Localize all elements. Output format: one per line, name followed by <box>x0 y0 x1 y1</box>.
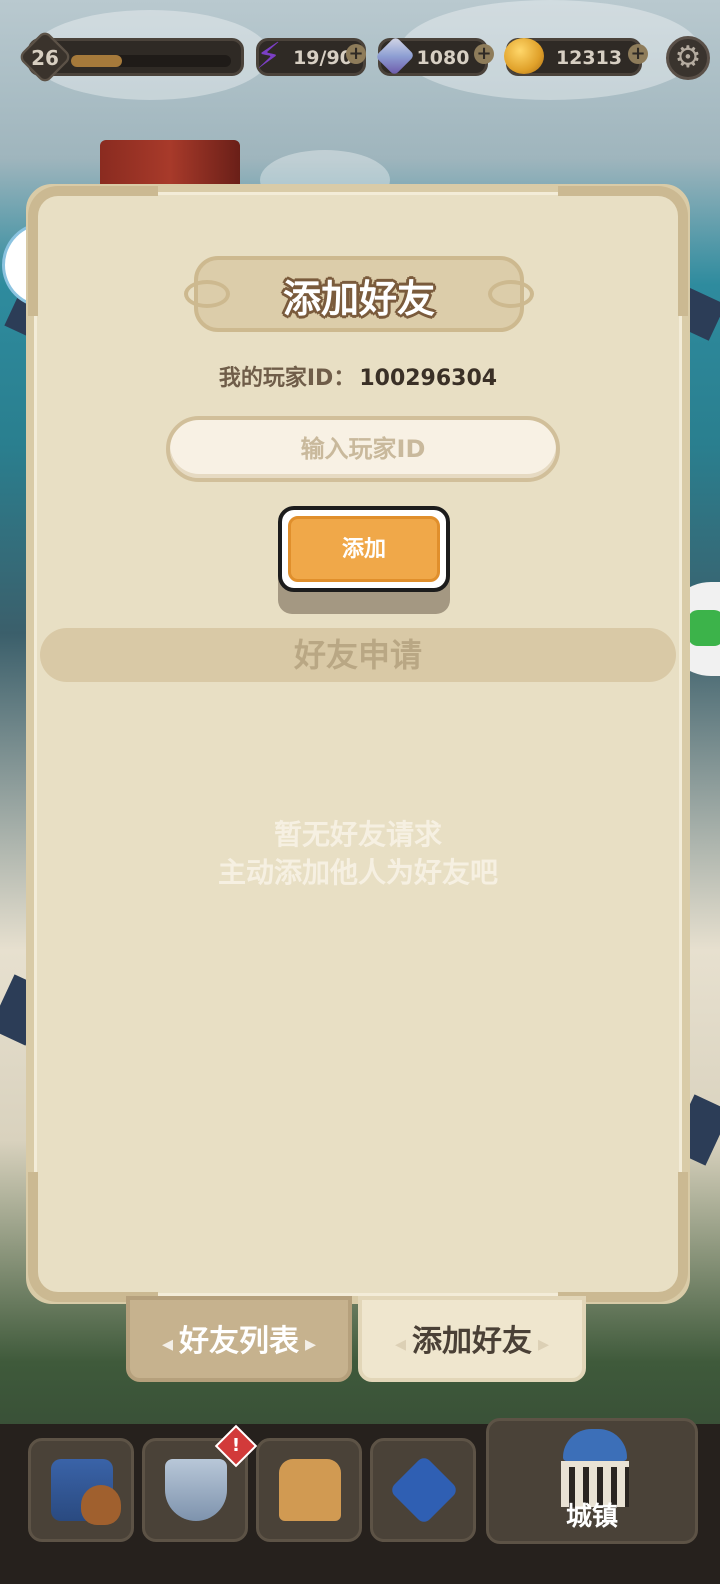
sword-shield-icon <box>165 1459 227 1521</box>
money-bag-icon <box>81 1485 121 1525</box>
my-player-id: 我的玩家ID： 100296304 <box>34 360 682 392</box>
panel-title: 添加好友 <box>282 277 435 321</box>
my-id-label: 我的玩家ID： <box>218 366 356 391</box>
town-label: 城镇 <box>565 1502 618 1532</box>
my-id-value: 100296304 <box>359 366 498 391</box>
xp-progress-bar <box>71 55 231 67</box>
add-button-label: 添加 <box>288 516 440 582</box>
coin-value: 12313 <box>555 47 623 69</box>
nav-battle-button[interactable]: ! <box>142 1424 258 1542</box>
tab-friend-list-label: 好友列表 <box>179 1324 299 1359</box>
add-energy-plus-icon[interactable]: + <box>346 44 366 64</box>
arrow-left-icon: ◂ <box>161 1332 173 1357</box>
add-coins-plus-icon[interactable]: + <box>628 44 648 64</box>
tab-add-friend-label: 添加好友 <box>412 1324 532 1359</box>
panel-corner-ornament <box>28 1172 158 1302</box>
settings-gear-icon[interactable]: ⚙ <box>666 36 710 80</box>
nav-equipment-button[interactable] <box>256 1438 362 1542</box>
player-id-input[interactable] <box>166 416 560 482</box>
empty-state-line2: 主动添加他人为好友吧 <box>217 856 498 889</box>
add-button[interactable]: 添加 <box>278 506 450 592</box>
gem-value: 1080 <box>416 47 470 69</box>
add-friend-panel: 添加好友 我的玩家ID：100296304 添加 好友申请 暂无好友请求 主动添… <box>26 184 690 1304</box>
empty-state-message: 暂无好友请求 主动添加他人为好友吧 <box>34 816 682 892</box>
add-gems-plus-icon[interactable]: + <box>474 44 494 64</box>
panel-corner-ornament <box>558 186 688 316</box>
top-hud: 26 19/90 ⚡ + 1080 + 12313 + ⚙ <box>17 29 710 85</box>
gold-coins-icon <box>504 38 544 74</box>
xp-progress-fill <box>71 55 123 67</box>
nav-town-button[interactable]: 城镇 <box>486 1418 698 1544</box>
empty-state-line1: 暂无好友请求 <box>273 818 442 851</box>
armor-icon <box>279 1459 341 1521</box>
nav-skills-button[interactable] <box>370 1438 476 1542</box>
town-hall-icon <box>563 1429 627 1461</box>
lightning-icon: ⚡ <box>256 36 282 77</box>
panel-corner-ornament <box>28 186 158 316</box>
tab-friend-list[interactable]: ◂ 好友列表 ▸ <box>126 1296 352 1382</box>
title-plate: 添加好友 <box>184 256 534 332</box>
key-puzzle-icon <box>388 1454 460 1526</box>
friend-requests-header: 好友申请 <box>40 628 676 682</box>
arrow-right-icon: ▸ <box>305 1332 317 1357</box>
player-level: 26 <box>31 46 59 70</box>
nav-storage-button[interactable] <box>28 1438 134 1542</box>
arrow-right-icon: ▸ <box>538 1332 550 1357</box>
panel-corner-ornament <box>558 1172 688 1302</box>
arrow-left-icon: ◂ <box>394 1332 406 1357</box>
tab-add-friend[interactable]: ◂ 添加好友 ▸ <box>358 1296 586 1382</box>
chat-icon <box>688 610 720 646</box>
